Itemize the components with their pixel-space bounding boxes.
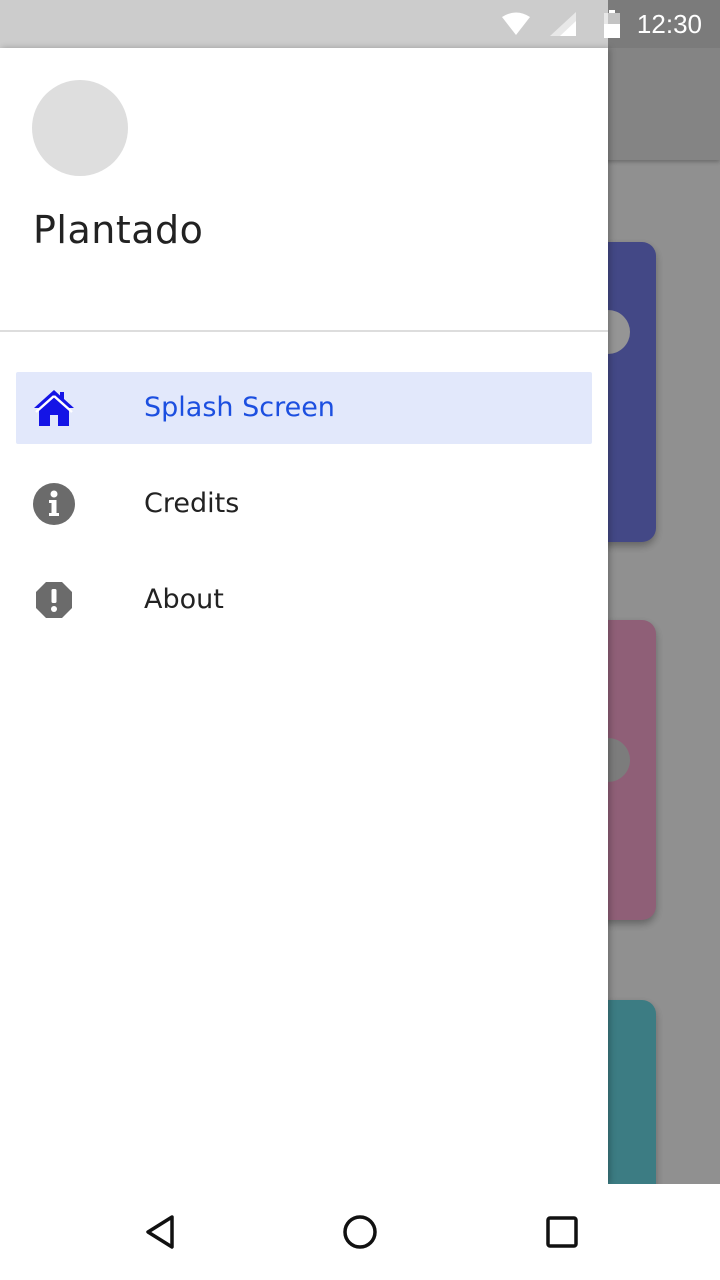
navigation-drawer: Plantado Splash Screen Credits About [0, 48, 608, 1184]
drawer-divider [0, 330, 608, 332]
battery-icon [604, 10, 620, 38]
home-icon [34, 390, 74, 426]
status-bar: 12:30 [0, 0, 720, 48]
info-icon [33, 483, 75, 525]
drawer-item-label: Splash Screen [144, 392, 335, 423]
drawer-item-about[interactable]: About [16, 564, 592, 636]
drawer-title: Plantado [33, 208, 204, 252]
drawer-item-credits[interactable]: Credits [16, 468, 592, 540]
recents-icon[interactable] [542, 1212, 582, 1252]
avatar [32, 80, 128, 176]
drawer-item-label: Credits [144, 488, 240, 519]
system-nav-bar [0, 1184, 720, 1280]
home-circle-icon[interactable] [340, 1212, 380, 1252]
back-icon[interactable] [140, 1212, 180, 1252]
signal-icon [550, 12, 576, 36]
wifi-icon [502, 12, 530, 35]
status-time: 12:30 [636, 9, 702, 39]
drawer-item-label: About [144, 584, 224, 615]
alert-octagon-icon [36, 582, 72, 618]
drawer-item-splash-screen[interactable]: Splash Screen [16, 372, 592, 444]
